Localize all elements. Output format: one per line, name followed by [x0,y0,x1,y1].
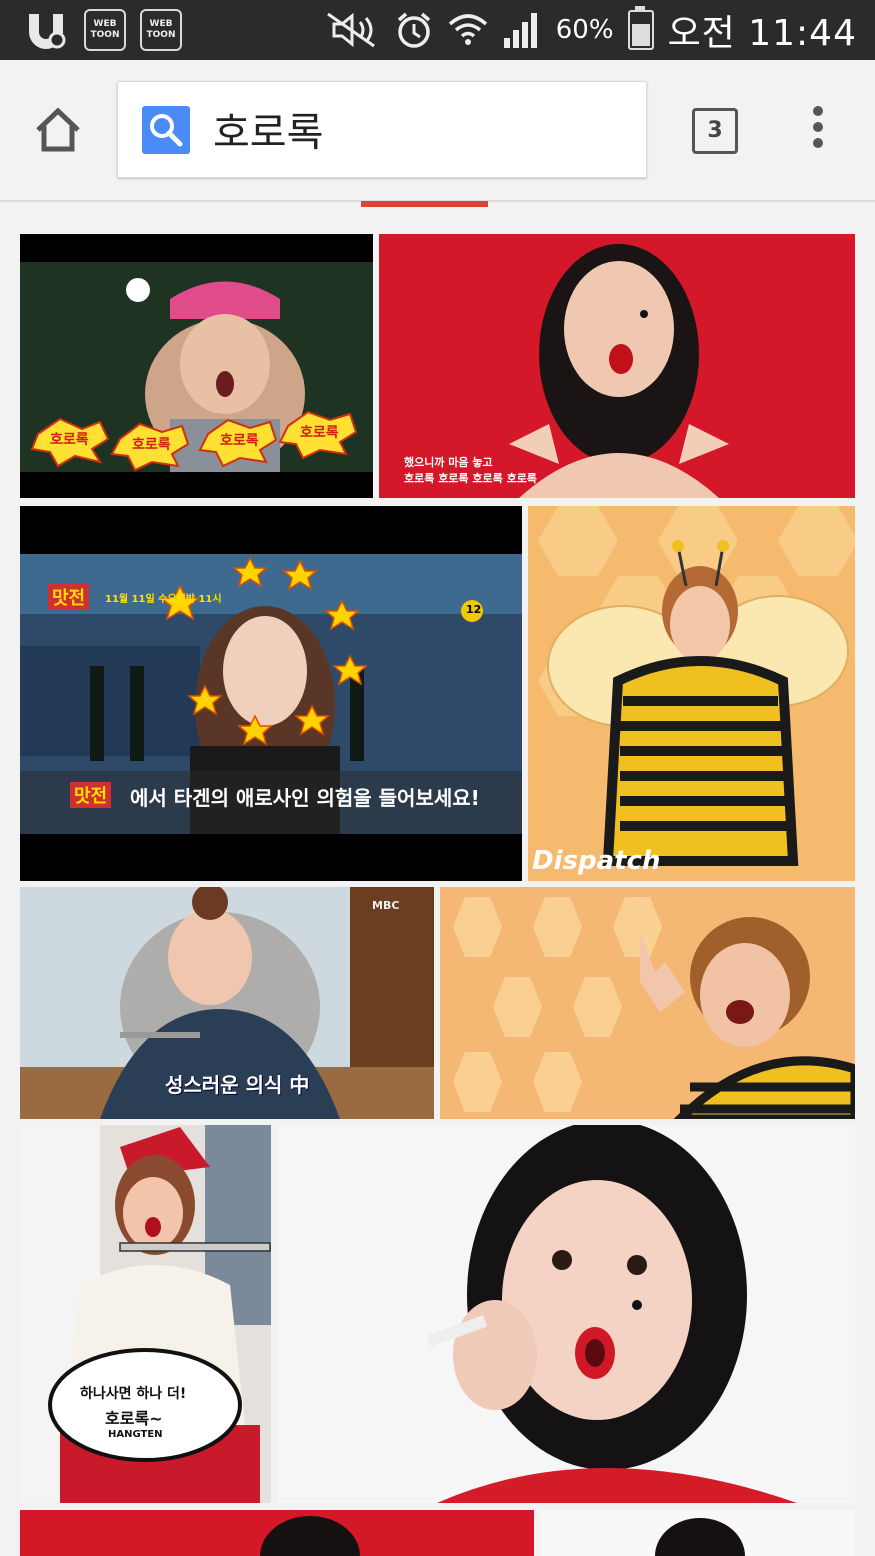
image-caption: 호로록 [300,425,339,441]
browser-toolbar: 호로록 3 [0,60,875,200]
image-result[interactable] [540,1510,855,1556]
search-omnibox[interactable]: 호로록 [117,81,647,178]
battery-percentage: 60% [555,15,614,45]
image-subtitle: 성스러운 의식 中 [165,1073,310,1097]
show-logo: 맛전 [48,584,90,610]
bubble-text: 호로록~ [105,1409,163,1428]
image-caption: 호로록 [50,432,89,448]
wifi-icon [448,14,487,45]
show-logo: 맛전 [70,782,112,808]
status-bar: WEB TOON WEB TOON 60% 오전 11:44 [0,0,875,60]
image-result[interactable]: 했으니까 마음 놓고 호로록 호로록 호로록 호로록 [379,234,855,498]
images-tab-indicator[interactable] [361,201,488,207]
airdate-text: 11월 11일 수요일밤 11시 [105,594,222,605]
brand-logo: HANGTEN [108,1429,163,1440]
image-caption: 호로록 [132,437,171,453]
search-icon [142,106,190,154]
image-result[interactable]: 호로록 호로록 호로록 호로록 [20,234,373,498]
rating-badge: 12 [466,603,482,616]
u-plus-app-icon [22,8,70,52]
overflow-menu-icon[interactable] [800,106,836,154]
webtoon-notification-icon-2: WEB TOON [140,9,182,51]
webtoon-notification-icon: WEB TOON [84,9,126,51]
image-result[interactable]: MBC 성스러운 의식 中 [20,887,434,1119]
battery-icon [627,6,654,50]
network-logo: MBC [372,899,400,912]
signal-icon [503,13,537,48]
mute-icon [326,12,375,48]
image-result[interactable] [277,1125,855,1503]
image-result[interactable]: 하나사면 하나 더! 호로록~ HANGTEN [20,1125,271,1503]
image-subtitle: 호로록 호로록 호로록 호로록 [404,472,537,485]
image-result[interactable]: 맛전 11월 11일 수요일밤 11시 12 맛전 에서 타겐의 애로사인 의험… [20,506,522,881]
clock: 오전 11:44 [667,13,857,54]
search-query-text[interactable]: 호로록 [213,100,323,158]
bubble-text: 하나사면 하나 더! [80,1386,187,1402]
dispatch-watermark: Dispatch [532,846,661,876]
alarm-icon [397,12,430,48]
tab-switcher-button[interactable]: 3 [692,108,738,154]
image-subtitle: 했으니까 마음 놓고 [404,456,493,469]
image-result[interactable] [440,887,855,1119]
image-subtitle: 에서 타겐의 애로사인 의험을 들어보세요! [130,786,480,810]
image-result[interactable]: Dispatch [528,506,855,881]
image-caption: 호로록 [220,433,259,449]
home-button[interactable] [32,104,84,156]
image-result[interactable] [20,1510,534,1556]
